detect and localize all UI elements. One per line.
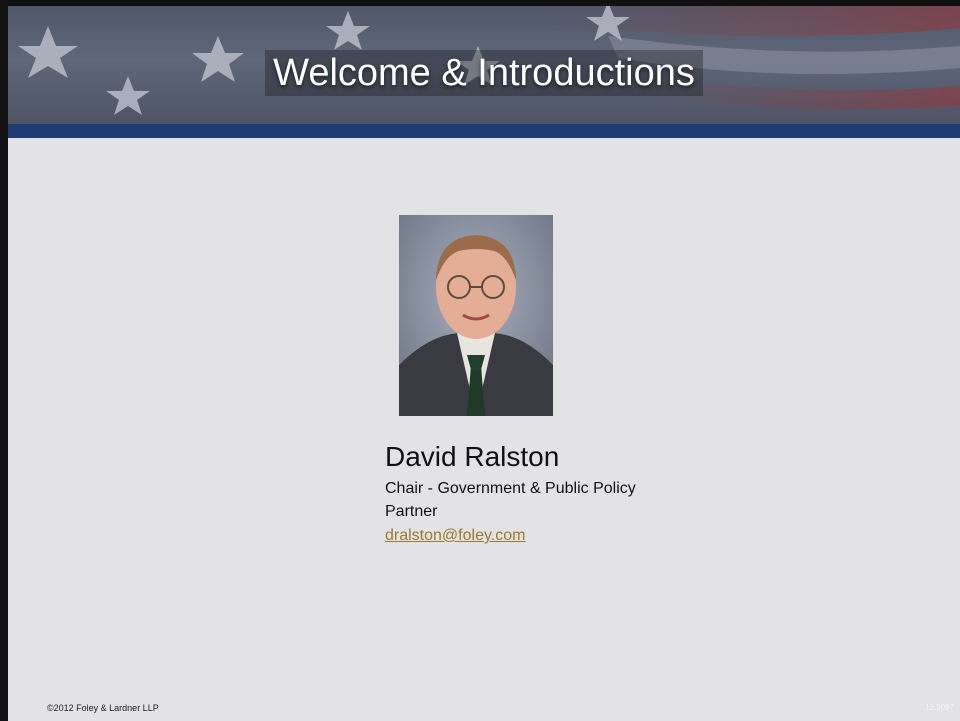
person-title: Chair - Government & Public Policy [385,480,636,497]
slide: Welcome & Introductions David Ralston Ch… [0,0,960,721]
banner-accent-bar [8,124,960,138]
person-email-link[interactable]: dralston@foley.com [385,527,525,545]
slide-title: Welcome & Introductions [8,48,960,98]
footer-copyright: ©2012 Foley & Lardner LLP [47,703,159,713]
person-name: David Ralston [385,441,560,472]
slide-left-border [0,0,8,721]
slide-top-border [0,0,960,6]
person-position: Partner [385,503,438,520]
portrait-photo [399,215,553,416]
footer-code: 12.9087 [925,703,954,712]
